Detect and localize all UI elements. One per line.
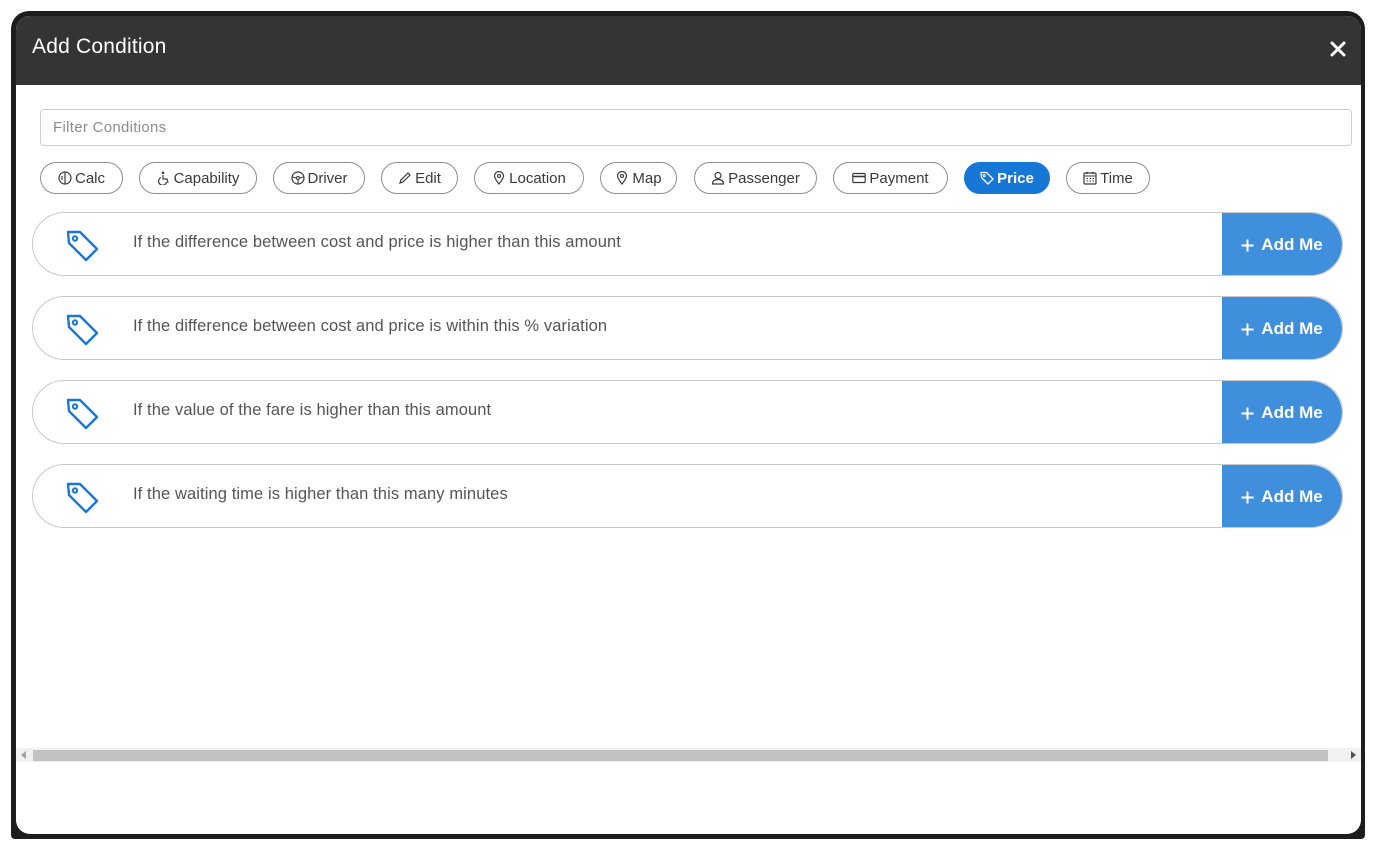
chip-label: Payment <box>869 169 929 187</box>
chip-map[interactable]: Map <box>600 162 677 194</box>
condition-text: If the waiting time is higher than this … <box>133 485 508 503</box>
chip-label: Location <box>509 169 566 187</box>
scroll-right-arrow[interactable] <box>1345 748 1361 762</box>
close-icon[interactable] <box>1329 40 1347 58</box>
chip-label: Capability <box>173 169 240 187</box>
plus-icon <box>1241 323 1254 335</box>
plus-icon <box>1241 407 1254 419</box>
add-condition-modal: Add Condition Calc Capability Driver Edi… <box>16 16 1361 834</box>
calc-icon <box>58 171 72 185</box>
chip-label: Edit <box>415 169 441 187</box>
chip-label: Calc <box>74 169 105 187</box>
chip-label: Map <box>632 169 662 187</box>
add-me-button[interactable]: Add Me <box>1222 297 1342 359</box>
pencil-icon <box>399 172 411 184</box>
condition-text: If the difference between cost and price… <box>133 317 608 335</box>
chip-time[interactable]: Time <box>1066 162 1150 194</box>
chip-calc[interactable]: Calc <box>40 162 123 194</box>
scrollbar-thumb[interactable] <box>33 750 1328 761</box>
chip-payment[interactable]: Payment <box>833 162 948 194</box>
chip-label: Passenger <box>728 169 800 187</box>
calendar-icon <box>1083 171 1097 185</box>
add-me-button[interactable]: Add Me <box>1222 381 1342 443</box>
chip-driver[interactable]: Driver <box>273 162 365 194</box>
chip-passenger[interactable]: Passenger <box>694 162 817 194</box>
chip-label: Time <box>1100 169 1133 187</box>
condition-row: If the waiting time is higher than this … <box>32 464 1343 528</box>
plus-icon <box>1241 491 1254 503</box>
add-me-button[interactable]: Add Me <box>1222 465 1342 527</box>
scroll-left-arrow[interactable] <box>16 748 32 762</box>
condition-row: If the value of the fare is higher than … <box>32 380 1343 444</box>
credit-card-icon <box>852 172 867 184</box>
condition-row: If the difference between cost and price… <box>32 296 1343 360</box>
chip-price[interactable]: Price <box>964 162 1050 194</box>
modal-title: Add Condition <box>32 35 167 58</box>
price-tag-icon <box>66 482 99 514</box>
location-pin-icon <box>494 171 505 185</box>
condition-text: If the difference between cost and price… <box>133 233 621 251</box>
chip-label: Driver <box>307 169 348 187</box>
plus-icon <box>1241 239 1254 251</box>
map-pin-icon <box>617 171 628 185</box>
condition-row: If the difference between cost and price… <box>32 212 1343 276</box>
caret-right-icon <box>1351 751 1356 759</box>
chip-edit[interactable]: Edit <box>381 162 458 194</box>
chip-label: Price <box>997 169 1034 187</box>
chip-location[interactable]: Location <box>474 162 584 194</box>
add-me-label: Add Me <box>1261 487 1323 506</box>
wheelchair-icon <box>157 171 169 185</box>
condition-text: If the value of the fare is higher than … <box>133 401 492 419</box>
horizontal-scrollbar[interactable] <box>16 748 1361 762</box>
add-me-label: Add Me <box>1261 319 1323 338</box>
filter-conditions-input[interactable] <box>40 109 1352 146</box>
price-tag-icon <box>66 398 99 430</box>
caret-left-icon <box>21 751 26 759</box>
chip-capability[interactable]: Capability <box>139 162 257 194</box>
price-tag-icon <box>980 171 994 185</box>
modal-header: Add Condition <box>16 16 1361 85</box>
add-me-label: Add Me <box>1261 235 1323 254</box>
add-me-button[interactable]: Add Me <box>1222 213 1342 275</box>
steering-wheel-icon <box>290 171 305 185</box>
person-icon <box>712 171 725 185</box>
price-tag-icon <box>66 230 99 262</box>
price-tag-icon <box>66 314 99 346</box>
add-me-label: Add Me <box>1261 403 1323 422</box>
